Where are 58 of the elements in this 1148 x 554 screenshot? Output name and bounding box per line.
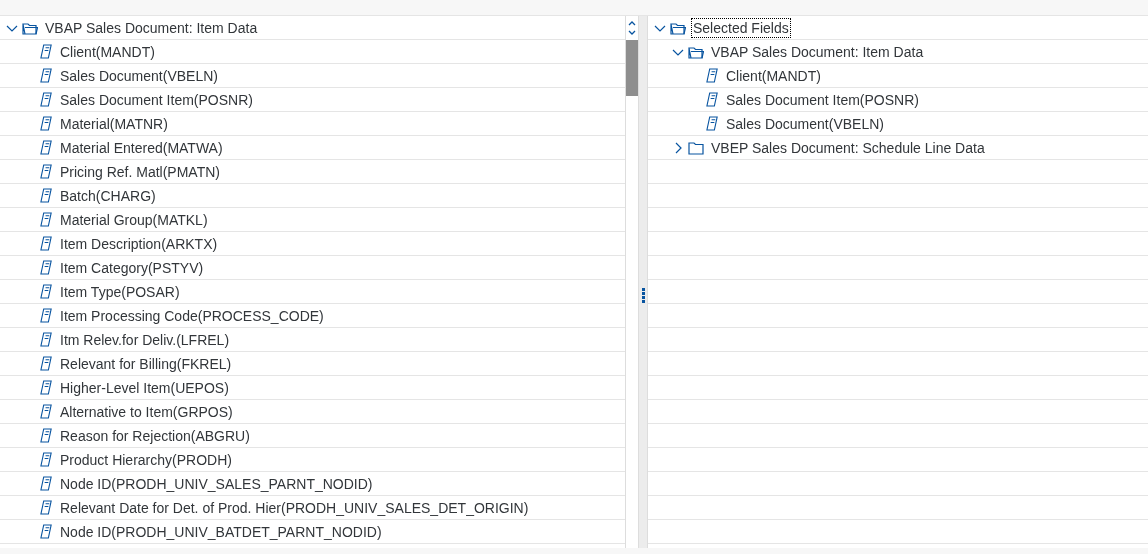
tree-node[interactable]: Selected Fields <box>691 17 791 38</box>
field-icon <box>706 68 719 83</box>
field-icon <box>40 92 53 107</box>
tree-item[interactable]: Sales Document Item(POSNR) <box>724 89 921 110</box>
open-folder-icon <box>670 20 686 35</box>
field-icon <box>40 452 53 467</box>
tree-node[interactable]: VBAP Sales Document: Item Data <box>709 41 926 62</box>
tree-item[interactable]: Itm Relev.for Deliv.(LFREL) <box>58 329 232 350</box>
field-icon <box>706 116 719 131</box>
field-icon <box>40 116 53 131</box>
tree-item[interactable]: Item Description(ARKTX) <box>58 233 220 254</box>
field-icon <box>40 140 53 155</box>
field-icon <box>706 92 719 107</box>
field-icon <box>40 164 53 179</box>
tree-item[interactable]: Relevant Date for Det. of Prod. Hier(PRODH_UNIV_SALES_DET_ORIGIN) <box>58 497 531 518</box>
field-icon <box>40 524 53 539</box>
tree-item[interactable]: Relevant for Billing(FKREL) <box>58 353 234 374</box>
tree-item[interactable]: Client(MANDT) <box>58 41 157 62</box>
tree-item[interactable]: Material(MATNR) <box>58 113 170 134</box>
tree-item[interactable]: Material Group(MATKL) <box>58 209 210 230</box>
field-icon <box>40 188 53 203</box>
open-folder-icon <box>688 44 704 59</box>
tree-item[interactable]: Item Processing Code(PROCESS_CODE) <box>58 305 326 326</box>
folder-icon <box>688 140 704 155</box>
tree-item[interactable]: Item Type(POSAR) <box>58 281 182 302</box>
tree-item[interactable]: Client(MANDT) <box>724 65 823 86</box>
grip-icon[interactable] <box>641 287 645 303</box>
tree-item[interactable]: Reason for Rejection(ABGRU) <box>58 425 252 446</box>
tree-item[interactable]: Sales Document Item(POSNR) <box>58 89 255 110</box>
tree-item[interactable]: Sales Document(VBELN) <box>58 65 220 86</box>
tree-item[interactable]: Material Entered(MATWA) <box>58 137 225 158</box>
field-icon <box>40 44 53 59</box>
field-icon <box>40 380 53 395</box>
field-icon <box>40 212 53 227</box>
field-icon <box>40 356 53 371</box>
tree-node[interactable]: VBEP Sales Document: Schedule Line Data <box>709 137 987 158</box>
tree-item[interactable]: Node ID(PRODH_UNIV_SALES_PARNT_NODID) <box>58 473 375 494</box>
scroll-thumb[interactable] <box>626 40 638 96</box>
tree-item[interactable]: Node ID(PRODH_UNIV_BATDET_PARNT_NODID) <box>58 521 384 542</box>
open-folder-icon <box>22 20 38 35</box>
field-icon <box>40 428 53 443</box>
field-icon <box>40 308 53 323</box>
tree-item[interactable]: Item Category(PSTYV) <box>58 257 206 278</box>
field-icon <box>40 284 53 299</box>
field-icon <box>40 260 53 275</box>
field-icon <box>40 332 53 347</box>
field-icon <box>40 236 53 251</box>
tree-node[interactable]: VBAP Sales Document: Item Data <box>43 17 260 38</box>
field-icon <box>40 404 53 419</box>
tree-item[interactable]: Product Hierarchy(PRODH) <box>58 449 234 470</box>
field-icon <box>40 500 53 515</box>
tree-item[interactable]: Pricing Ref. Matl(PMATN) <box>58 161 222 182</box>
field-icon <box>40 68 53 83</box>
tree-item[interactable]: Alternative to Item(GRPOS) <box>58 401 235 422</box>
tree-item[interactable]: Higher-Level Item(UEPOS) <box>58 377 231 398</box>
tree-item[interactable]: Sales Document(VBELN) <box>724 113 886 134</box>
field-icon <box>40 476 53 491</box>
tree-item[interactable]: Batch(CHARG) <box>58 185 158 206</box>
